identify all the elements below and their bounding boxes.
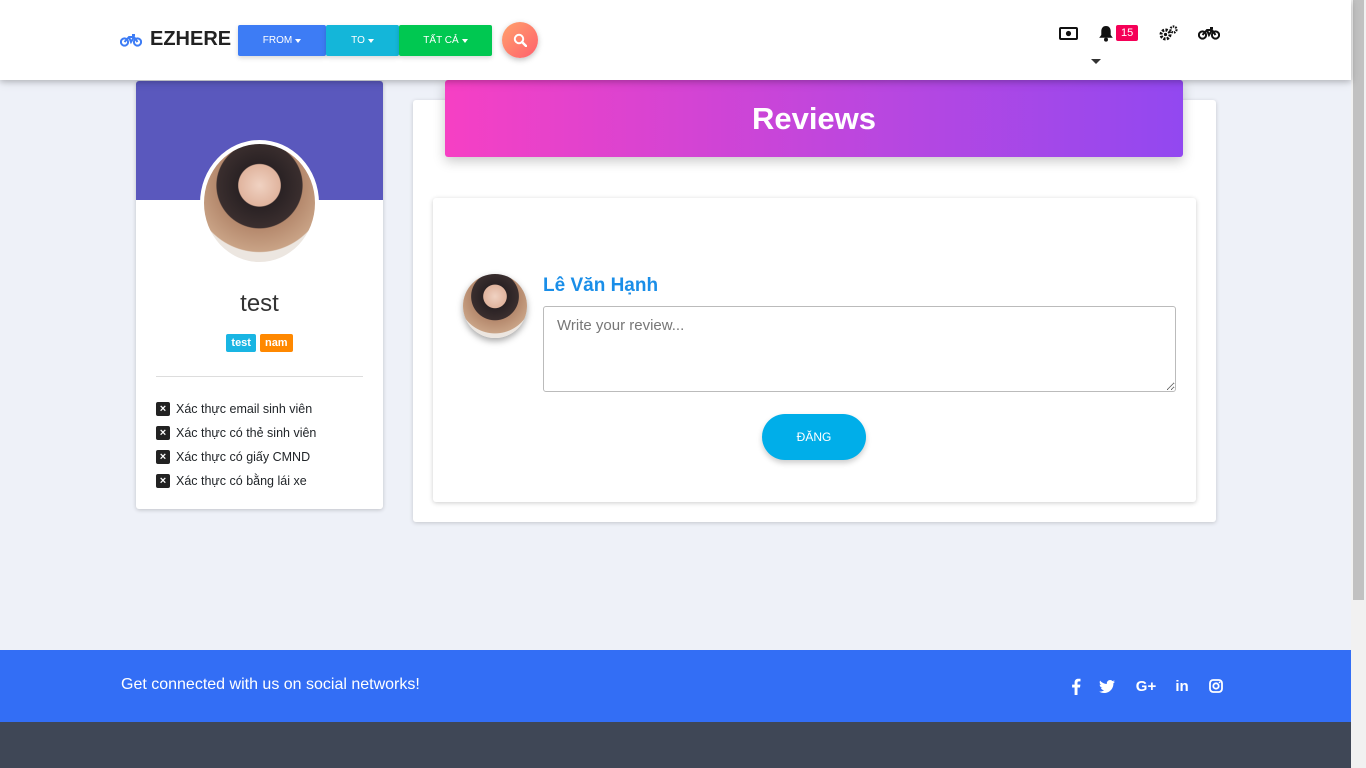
facebook-icon[interactable]	[1066, 676, 1086, 696]
post-review-button[interactable]: ĐĂNG	[762, 414, 866, 460]
reviewer-avatar	[463, 274, 527, 338]
cogs-icon	[1159, 24, 1178, 40]
google-plus-icon[interactable]: G+	[1134, 676, 1158, 696]
all-dropdown-button[interactable]: TẤT CẢ	[399, 25, 492, 56]
to-label: TO	[351, 35, 365, 46]
profile-avatar	[200, 140, 319, 266]
caret-down-icon	[295, 38, 302, 43]
close-icon: ×	[156, 402, 170, 416]
profile-name: test	[240, 290, 279, 317]
search-button[interactable]	[502, 22, 538, 58]
footer-bottom	[0, 722, 1351, 768]
verification-item: × Xác thực email sinh viên	[156, 397, 316, 421]
close-icon: ×	[156, 450, 170, 464]
review-input[interactable]	[543, 306, 1176, 392]
scrollbar-thumb[interactable]	[1353, 0, 1364, 600]
review-form: Lê Văn Hạnh ĐĂNG	[433, 198, 1196, 502]
verification-label: Xác thực có thẻ sinh viên	[176, 426, 317, 440]
money-icon	[1058, 26, 1078, 40]
verification-label: Xác thực có giấy CMND	[176, 450, 311, 464]
verification-list: × Xác thực email sinh viên × Xác thực có…	[156, 397, 316, 493]
divider	[156, 376, 363, 377]
profile-card: test test nam × Xác thực email sinh viên…	[136, 81, 383, 509]
instagram-icon[interactable]	[1206, 676, 1226, 696]
all-label: TẤT CẢ	[423, 35, 459, 46]
footer-social-bar: Get connected with us on social networks…	[0, 650, 1351, 722]
close-icon: ×	[156, 474, 170, 488]
settings-button[interactable]	[1158, 22, 1178, 44]
to-dropdown-button[interactable]: TO	[326, 25, 399, 56]
notifications-button[interactable]: 15	[1098, 22, 1139, 44]
motorcycle-icon	[1198, 27, 1220, 40]
from-dropdown-button[interactable]: FROM	[238, 25, 326, 56]
verification-item: × Xác thực có thẻ sinh viên	[156, 421, 316, 445]
caret-down-icon	[367, 38, 374, 43]
caret-down-icon[interactable]	[1091, 59, 1101, 64]
bell-icon	[1099, 25, 1113, 42]
reviewer-name: Lê Văn Hạnh	[543, 275, 659, 296]
footer-social-text: Get connected with us on social networks…	[121, 676, 420, 693]
linkedin-icon[interactable]: in	[1172, 676, 1192, 696]
notification-badge: 15	[1116, 25, 1139, 41]
twitter-icon[interactable]	[1097, 676, 1117, 696]
from-label: FROM	[262, 35, 293, 46]
profile-tags: test nam	[136, 334, 383, 352]
search-icon	[513, 33, 527, 47]
verification-label: Xác thực email sinh viên	[176, 402, 313, 416]
tag-badge: test	[226, 334, 256, 352]
brand-name: EZHERE	[150, 28, 232, 50]
verification-item: × Xác thực có bằng lái xe	[156, 469, 316, 493]
caret-down-icon	[461, 38, 468, 43]
page-scrollbar[interactable]	[1351, 0, 1366, 768]
filter-buttons: FROM TO TẤT CẢ	[238, 25, 492, 56]
reviews-title: Reviews	[445, 80, 1183, 157]
gender-badge: nam	[259, 334, 293, 352]
verification-item: × Xác thực có giấy CMND	[156, 445, 316, 469]
navbar: EZHERE FROM TO TẤT CẢ 15	[0, 0, 1351, 80]
close-icon: ×	[156, 426, 170, 440]
verification-label: Xác thực có bằng lái xe	[176, 474, 307, 488]
motorcycle-icon	[120, 33, 142, 47]
trips-button[interactable]	[1198, 22, 1220, 44]
brand[interactable]: EZHERE	[120, 28, 231, 51]
wallet-button[interactable]	[1058, 22, 1078, 44]
